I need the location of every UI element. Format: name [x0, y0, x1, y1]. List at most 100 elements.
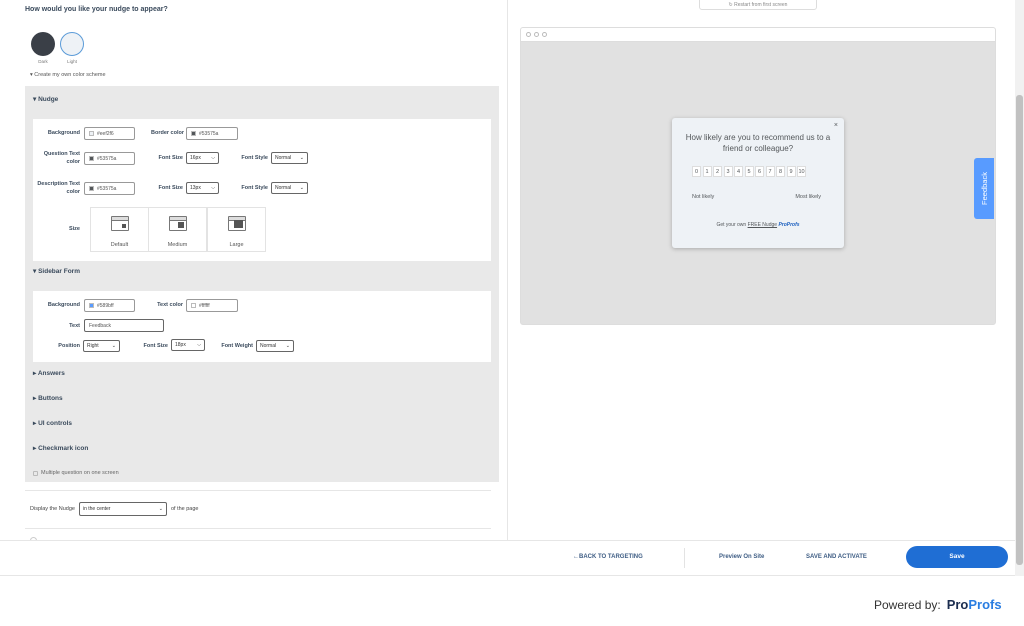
- nps-option[interactable]: 5: [744, 166, 754, 177]
- multiple-question-label: Multiple question on one screen: [41, 470, 119, 476]
- sidebar-text-value: Feedback: [89, 322, 111, 329]
- size-option-default[interactable]: Default: [90, 207, 149, 252]
- sidebar-background-value: #589bff: [97, 302, 114, 309]
- description-font-size-label: Font Size: [158, 185, 183, 191]
- chevron-down-icon: ⌄: [285, 343, 290, 349]
- question-font-style-label: Font Style: [241, 155, 268, 161]
- size-label: Size: [68, 226, 80, 232]
- save-and-activate-button[interactable]: SAVE AND ACTIVATE: [806, 554, 867, 560]
- nps-option[interactable]: 2: [713, 166, 722, 177]
- chevron-down-icon: ⌵: [197, 342, 201, 348]
- ui-controls-section-header[interactable]: ▸ UI controls: [33, 419, 72, 427]
- multiple-question-option[interactable]: Multiple question on one screen: [33, 470, 119, 476]
- nps-high-label: Most likely: [795, 194, 821, 200]
- settings-panel: How would you like your nudge to appear?…: [0, 0, 508, 540]
- display-position-select[interactable]: in the center ⌄: [78, 502, 167, 516]
- nps-option[interactable]: 3: [723, 166, 733, 177]
- divider: [684, 548, 685, 568]
- window-dot-icon: [534, 32, 539, 37]
- size-option-large[interactable]: Large: [207, 207, 266, 252]
- nudge-question: How likely are you to recommend us to a …: [685, 133, 831, 153]
- sidebar-form-section-title: Sidebar Form: [38, 268, 80, 275]
- description-text-color-value: #53575a: [97, 185, 117, 192]
- create-color-scheme-label: Create my own color scheme: [34, 72, 106, 78]
- color-chip: [89, 156, 94, 161]
- nps-option[interactable]: 9: [786, 166, 796, 177]
- sidebar-text-color-value: #ffffff: [199, 302, 210, 309]
- own-prefix: Get your own: [716, 222, 747, 228]
- sidebar-text-color-label: Text color: [157, 302, 183, 308]
- back-to-targeting-button[interactable]: ←BACK TO TARGETING: [573, 554, 643, 560]
- light-theme-swatch[interactable]: [60, 32, 84, 56]
- question-font-style-value: Normal: [275, 155, 292, 161]
- restart-button[interactable]: ↻ Restart from first screen: [699, 0, 817, 10]
- create-color-scheme-toggle[interactable]: ▾ Create my own color scheme: [30, 72, 106, 78]
- sidebar-form-section-header[interactable]: ▾ Sidebar Form: [33, 267, 80, 275]
- buttons-section-header[interactable]: ▸ Buttons: [33, 394, 63, 402]
- question-font-size-select[interactable]: 16px ⌵: [186, 152, 219, 164]
- dark-theme-swatch[interactable]: [31, 32, 55, 56]
- font-weight-select[interactable]: Normal ⌄: [256, 340, 294, 352]
- close-icon[interactable]: ×: [834, 122, 838, 129]
- size-option-label: Default: [110, 242, 129, 248]
- sidebar-text-color-input[interactable]: #ffffff: [186, 299, 238, 312]
- chevron-down-icon: ⌄: [111, 343, 116, 349]
- nps-option[interactable]: 7: [765, 166, 775, 177]
- question-text-color-input[interactable]: #53575a: [84, 152, 135, 165]
- nps-option[interactable]: 6: [755, 166, 764, 177]
- display-position-row: Display the Nudge in the center ⌄ of the …: [30, 502, 198, 516]
- window-dot-icon: [526, 32, 531, 37]
- size-medium-icon: [169, 216, 187, 231]
- question-font-size-label: Font Size: [158, 155, 183, 161]
- sidebar-font-size-select[interactable]: 18px ⌵: [171, 339, 205, 351]
- border-color-input[interactable]: #53575a: [186, 127, 238, 140]
- save-button[interactable]: Save: [906, 546, 1008, 568]
- nps-option[interactable]: 4: [734, 166, 743, 177]
- color-chip: [191, 131, 196, 136]
- border-color-label: Border color: [150, 130, 184, 136]
- chevron-down-icon: ⌄: [158, 506, 163, 512]
- size-large-icon: [228, 216, 246, 231]
- answers-section-header[interactable]: ▸ Answers: [33, 369, 65, 377]
- nps-option[interactable]: 8: [776, 166, 785, 177]
- description-font-style-select[interactable]: Normal ⌄: [271, 182, 308, 194]
- nudge-section-header[interactable]: ▾ Nudge: [33, 95, 58, 103]
- description-text-color-input[interactable]: #53575a: [84, 182, 135, 195]
- question-font-style-select[interactable]: Normal ⌄: [271, 152, 308, 164]
- description-font-size-select[interactable]: 13px ⌵: [186, 182, 219, 194]
- question-text-color-label: Question Text color: [43, 151, 80, 165]
- nps-option[interactable]: 0: [692, 166, 701, 177]
- proprofs-logo: ProProfs: [947, 597, 1002, 612]
- nudge-background-value: #eef2f6: [97, 130, 114, 137]
- nps-scale: 0 1 2 3 4 5 6 7 8 9 10: [692, 166, 806, 177]
- background-label: Background: [47, 130, 80, 136]
- scrollbar-thumb[interactable]: [1016, 95, 1023, 565]
- display-position-value: in the center: [82, 506, 111, 512]
- position-label: Position: [58, 343, 80, 349]
- description-font-size-value: 13px: [190, 185, 201, 191]
- feedback-tab-label: Feedback: [979, 172, 989, 205]
- position-select[interactable]: Right ⌄: [83, 340, 120, 352]
- feedback-tab[interactable]: Feedback: [974, 158, 994, 219]
- checkmark-icon-section-header[interactable]: ▸ Checkmark icon: [33, 444, 88, 452]
- chevron-down-icon: ⌄: [299, 185, 304, 191]
- free-nudge-link[interactable]: FREE Nudge: [748, 222, 777, 228]
- appearance-question: How would you like your nudge to appear?: [25, 6, 168, 13]
- divider: [25, 490, 491, 491]
- sidebar-font-size-label: Font Size: [143, 343, 168, 349]
- logo-part: Profs: [968, 597, 1002, 612]
- question-font-size-value: 16px: [190, 155, 201, 161]
- multiple-question-checkbox[interactable]: [33, 470, 38, 476]
- page-scrollbar[interactable]: [1015, 0, 1024, 576]
- font-weight-label: Font Weight: [221, 343, 253, 349]
- nps-option[interactable]: 1: [702, 166, 712, 177]
- nudge-background-input[interactable]: #eef2f6: [84, 127, 135, 140]
- nps-option[interactable]: 10: [797, 166, 806, 177]
- sidebar-text-input[interactable]: Feedback: [84, 319, 164, 332]
- preview-on-site-button[interactable]: Preview On Site: [719, 554, 764, 560]
- color-chip: [191, 303, 196, 308]
- sidebar-background-input[interactable]: #589bff: [84, 299, 135, 312]
- color-chip: [89, 186, 94, 191]
- size-option-medium[interactable]: Medium: [148, 207, 207, 252]
- chevron-down-icon: ⌵: [211, 155, 215, 161]
